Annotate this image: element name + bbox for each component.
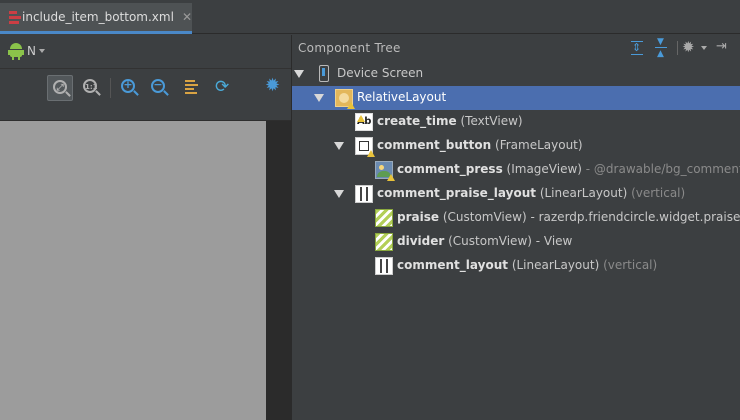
chevron-down-icon[interactable] bbox=[701, 46, 707, 50]
zoom-to-fit-button[interactable]: ⤢ bbox=[47, 75, 73, 101]
tree-node-label: praise (CustomView) - razerdp.friendcirc… bbox=[397, 210, 740, 224]
toolbar-separator bbox=[110, 78, 111, 98]
imageview-icon bbox=[375, 161, 395, 181]
editor-tab-bar: include_item_bottom.xml ✕ bbox=[0, 0, 740, 34]
textview-icon: Ab bbox=[355, 113, 373, 131]
zoom-in-icon: + bbox=[121, 79, 135, 93]
expand-arrow-icon[interactable] bbox=[334, 142, 344, 150]
component-tree-panel: Component Tree ⇕ ▼ ▲ ✹ ⇥ Device Screen R… bbox=[292, 35, 740, 420]
close-icon[interactable]: ✕ bbox=[182, 10, 192, 24]
tree-node-label: comment_button (FrameLayout) bbox=[377, 138, 583, 152]
zoom-actual-size-button[interactable]: 1:1 bbox=[78, 75, 104, 101]
android-icon bbox=[8, 42, 24, 60]
tree-row-divider[interactable]: divider (CustomView) - View bbox=[292, 230, 740, 254]
tree-node-label: comment_press (ImageView) - @drawable/bg… bbox=[397, 162, 740, 176]
zoom-in-button[interactable]: + bbox=[116, 75, 142, 101]
gear-icon[interactable]: ✹ bbox=[265, 76, 280, 96]
tree-row-comment-press[interactable]: comment_press (ImageView) - @drawable/bg… bbox=[292, 158, 740, 182]
xml-layout-icon bbox=[9, 10, 21, 24]
design-panel: N ⤢ 1:1 + − ⟳ ✹ bbox=[0, 35, 291, 420]
chevron-down-icon[interactable] bbox=[39, 49, 45, 53]
zoom-out-icon: − bbox=[151, 79, 165, 93]
collapse-all-icon[interactable]: ▼ ▲ bbox=[653, 37, 669, 59]
tree-row-comment-layout[interactable]: comment_layout (LinearLayout) (vertical) bbox=[292, 254, 740, 278]
refresh-button[interactable]: ⟳ bbox=[210, 75, 236, 101]
framelayout-icon bbox=[355, 137, 375, 157]
tree-node-label: comment_layout (LinearLayout) (vertical) bbox=[397, 258, 658, 272]
tree-row-relativelayout[interactable]: RelativeLayout bbox=[292, 86, 740, 110]
expand-arrow-icon[interactable] bbox=[314, 94, 324, 102]
gear-icon[interactable]: ✹ bbox=[682, 38, 695, 56]
zoom-actual-icon: 1:1 bbox=[83, 79, 98, 93]
tree-row-praise[interactable]: praise (CustomView) - razerdp.friendcirc… bbox=[292, 206, 740, 230]
warning-icon bbox=[347, 102, 355, 109]
warning-icon bbox=[387, 174, 395, 181]
tree-node-label: create_time (TextView) bbox=[377, 114, 523, 128]
expand-all-icon[interactable]: ⇕ bbox=[629, 40, 645, 56]
align-button[interactable] bbox=[179, 75, 205, 101]
tree-row-device-screen[interactable]: Device Screen bbox=[292, 62, 740, 86]
warning-icon bbox=[367, 150, 375, 157]
tree-node-label: RelativeLayout bbox=[357, 90, 447, 104]
align-icon bbox=[185, 80, 199, 94]
device-toolbar: N bbox=[0, 35, 291, 69]
device-icon bbox=[315, 65, 333, 83]
header-separator bbox=[677, 41, 678, 55]
design-canvas[interactable] bbox=[0, 121, 291, 420]
refresh-icon: ⟳ bbox=[215, 77, 230, 97]
tree-node-label: Device Screen bbox=[337, 66, 424, 80]
expand-arrow-icon[interactable] bbox=[294, 70, 304, 78]
customview-icon bbox=[375, 209, 393, 227]
device-preview[interactable] bbox=[0, 121, 266, 420]
tree-row-create-time[interactable]: Ab create_time (TextView) bbox=[292, 110, 740, 134]
panel-title: Component Tree bbox=[298, 41, 401, 55]
tree-row-comment-praise-layout[interactable]: comment_praise_layout (LinearLayout) (ve… bbox=[292, 182, 740, 206]
expand-arrow-icon[interactable] bbox=[334, 190, 344, 198]
hide-panel-icon[interactable]: ⇥ bbox=[716, 38, 727, 56]
tab-title: include_item_bottom.xml bbox=[22, 10, 174, 24]
tree-node-label: comment_praise_layout (LinearLayout) (ve… bbox=[377, 186, 686, 200]
linearlayout-icon bbox=[355, 185, 373, 203]
tree-node-label: divider (CustomView) - View bbox=[397, 234, 573, 248]
tab-include-item-bottom[interactable]: include_item_bottom.xml ✕ bbox=[0, 3, 192, 34]
relativelayout-icon bbox=[335, 89, 355, 109]
zoom-fit-icon: ⤢ bbox=[53, 80, 67, 94]
zoom-toolbar: ⤢ 1:1 + − ⟳ ✹ bbox=[0, 70, 291, 121]
linearlayout-icon bbox=[375, 257, 393, 275]
tree-row-comment-button[interactable]: comment_button (FrameLayout) bbox=[292, 134, 740, 158]
zoom-out-button[interactable]: − bbox=[146, 75, 172, 101]
component-tree-header: Component Tree ⇕ ▼ ▲ ✹ ⇥ bbox=[292, 35, 740, 61]
warning-icon bbox=[357, 115, 365, 122]
customview-icon bbox=[375, 233, 393, 251]
api-level-dropdown[interactable]: N bbox=[27, 44, 36, 58]
